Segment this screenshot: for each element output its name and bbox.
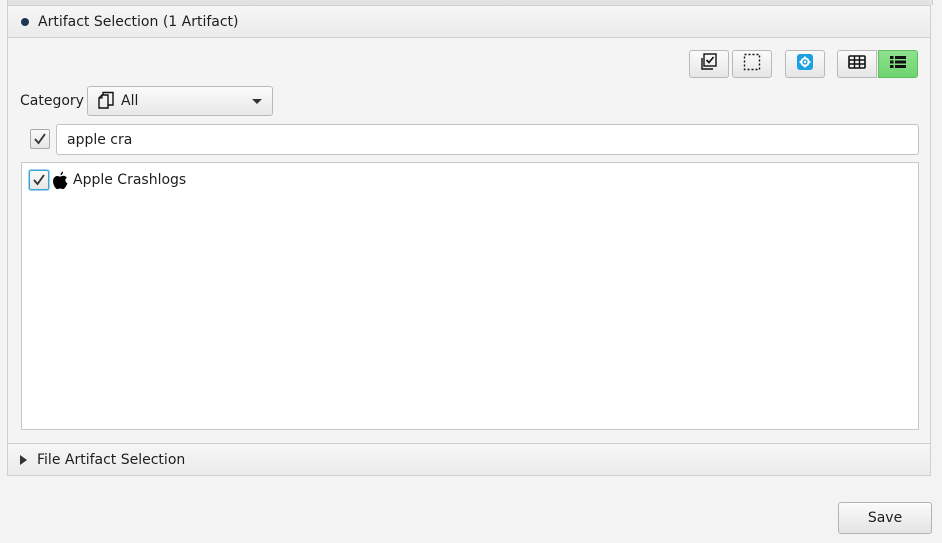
list-item[interactable]: Apple Crashlogs xyxy=(29,168,186,192)
artifact-selection-header[interactable]: Artifact Selection (1 Artifact) xyxy=(7,5,931,38)
expand-arrow-icon[interactable] xyxy=(20,454,27,465)
bottom-divider xyxy=(7,475,931,476)
checkmark-icon xyxy=(33,174,45,186)
copy-icon xyxy=(96,91,116,111)
category-dropdown[interactable]: All xyxy=(87,86,273,116)
chevron-down-icon xyxy=(252,98,262,104)
artifact-selection-window: Artifact Selection (1 Artifact) Category… xyxy=(0,0,942,543)
filter-checkbox[interactable] xyxy=(30,129,50,149)
check-all-button[interactable] xyxy=(689,50,729,78)
list-item-label: Apple Crashlogs xyxy=(73,172,187,188)
list-view-icon xyxy=(889,55,907,73)
artifact-selection-panel: Category All apple cra Apple Crashlogs xyxy=(7,38,931,443)
item-checkbox[interactable] xyxy=(29,170,49,190)
table-view-icon xyxy=(848,55,866,73)
list-view-button[interactable] xyxy=(878,50,918,78)
category-selected-value: All xyxy=(121,93,139,109)
apple-icon xyxy=(52,171,68,190)
table-view-button[interactable] xyxy=(837,50,877,78)
save-button[interactable]: Save xyxy=(838,502,932,534)
check-all-icon xyxy=(700,53,718,75)
checkmark-icon xyxy=(34,133,46,145)
artifact-list[interactable]: Apple Crashlogs xyxy=(21,162,919,430)
search-input[interactable] xyxy=(56,124,919,155)
settings-button[interactable] xyxy=(785,50,825,78)
category-label: Category xyxy=(20,93,84,109)
bullet-icon xyxy=(21,17,29,26)
artifact-selection-title: Artifact Selection (1 Artifact) xyxy=(38,13,239,30)
settings-icon xyxy=(796,53,814,75)
uncheck-all-button[interactable] xyxy=(732,50,772,78)
file-artifact-selection-title: File Artifact Selection xyxy=(37,451,186,468)
uncheck-all-icon xyxy=(743,53,761,75)
file-artifact-selection-header[interactable]: File Artifact Selection xyxy=(7,443,931,476)
